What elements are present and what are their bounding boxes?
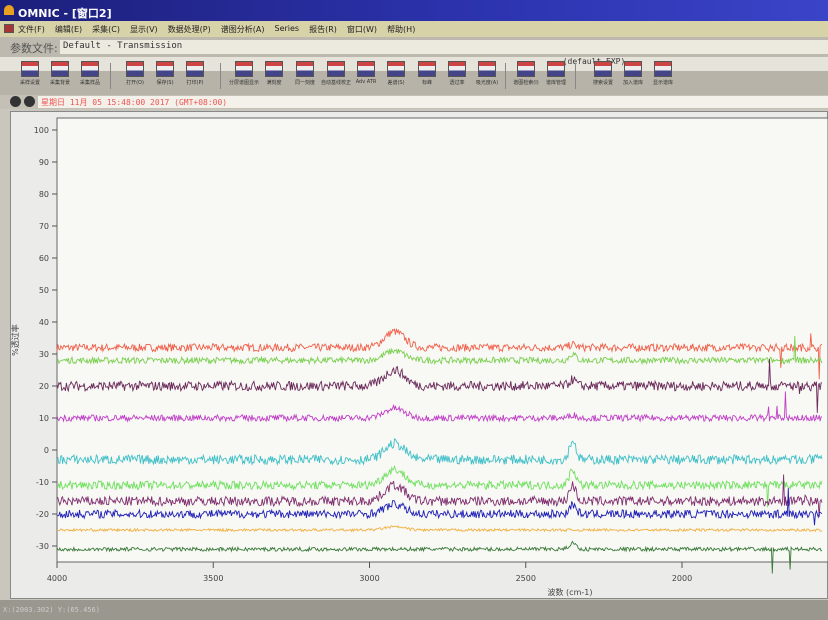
y-tick-label: 30 [39,350,49,359]
y-tick-label: 80 [39,190,49,199]
y-tick-label: 100 [34,126,49,135]
y-tick-label: -10 [36,478,49,487]
y-tick-label: 50 [39,286,49,295]
x-tick-label: 4000 [47,574,67,583]
spectrum-chart: 1009080706050403020100-10-20-304000 3500 3… [10,117,828,597]
y-tick-label: 0 [44,446,49,455]
plot-area[interactable] [56,117,828,563]
status-bar: X:(2003.302) Y:(65.456) [0,600,828,620]
x-tick-label: 3500 [203,574,223,583]
x-tick-label: 2000 [672,574,692,583]
x-tick-label: 3000 [359,574,379,583]
y-tick-label: 60 [39,254,49,263]
y-tick-label: 70 [39,222,49,231]
y-tick-label: 10 [39,414,49,423]
x-axis-label: 波数 (cm-1) [548,587,593,597]
y-tick-label: -30 [36,542,49,551]
y-tick-label: 40 [39,318,49,327]
y-axis-label: %透过率 [10,324,20,356]
y-tick-label: 90 [39,158,49,167]
y-tick-label: -20 [36,510,49,519]
x-tick-label: 2500 [516,574,536,583]
y-tick-label: 20 [39,382,49,391]
